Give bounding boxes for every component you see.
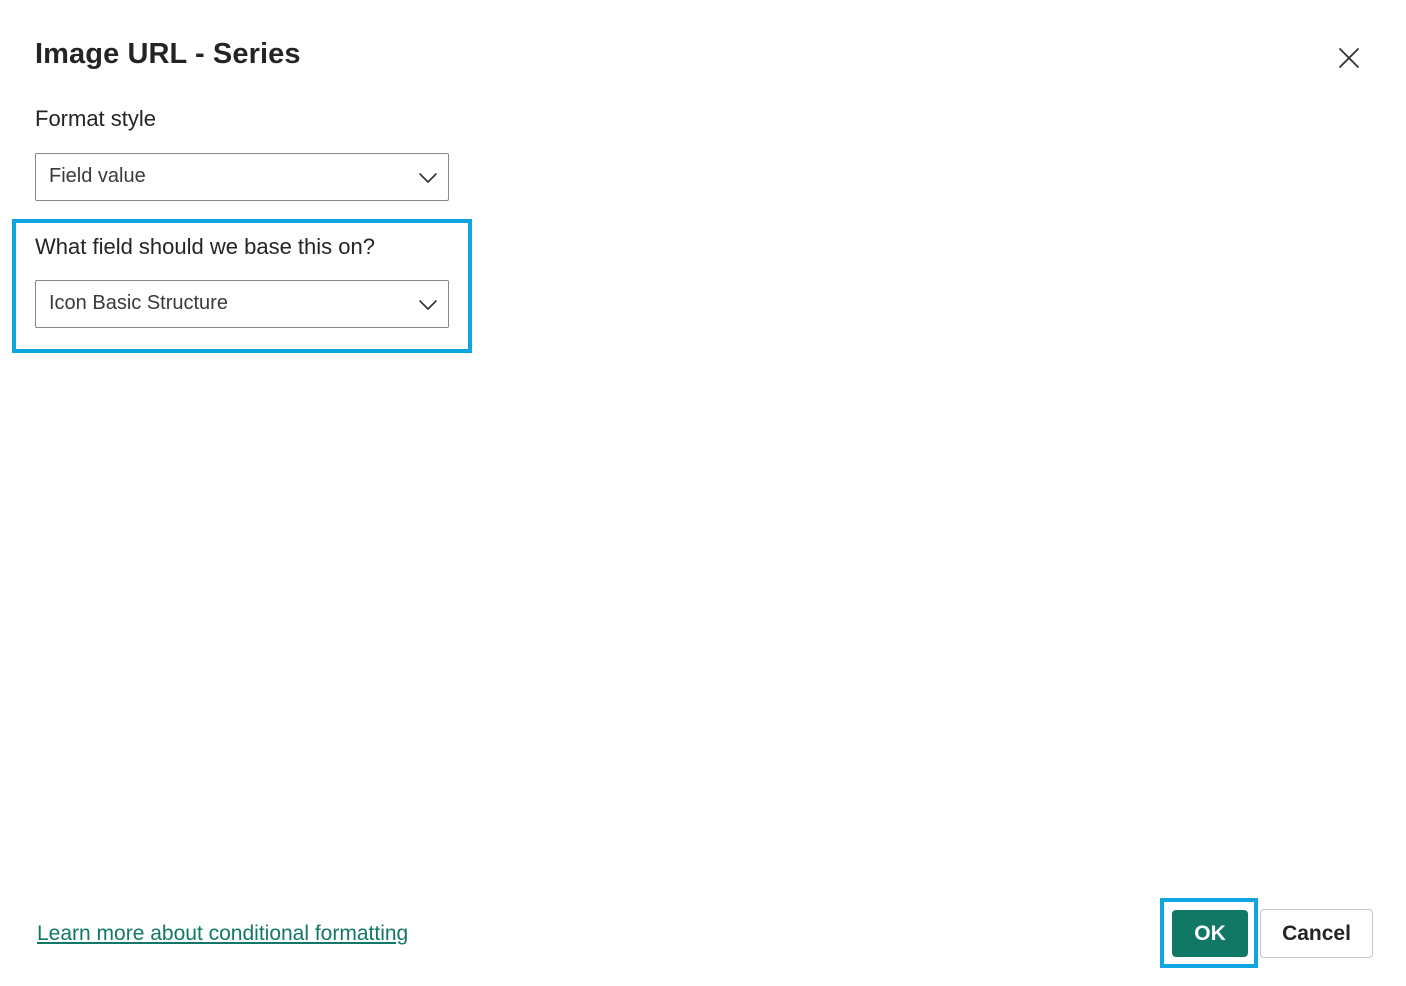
close-icon bbox=[1339, 48, 1359, 68]
conditional-formatting-dialog: Image URL - Series Format style Field va… bbox=[0, 0, 1406, 986]
cancel-button[interactable]: Cancel bbox=[1260, 909, 1373, 958]
learn-more-link[interactable]: Learn more about conditional formatting bbox=[37, 922, 408, 946]
ok-button[interactable]: OK bbox=[1172, 910, 1248, 957]
base-field-value: Icon Basic Structure bbox=[49, 292, 228, 314]
chevron-down-icon bbox=[419, 173, 437, 183]
base-field-label: What field should we base this on? bbox=[35, 234, 375, 259]
format-style-value: Field value bbox=[49, 165, 146, 187]
close-button[interactable] bbox=[1333, 42, 1365, 74]
base-field-dropdown[interactable]: Icon Basic Structure bbox=[35, 280, 449, 328]
format-style-dropdown[interactable]: Field value bbox=[35, 153, 449, 201]
chevron-down-icon bbox=[419, 300, 437, 310]
format-style-label: Format style bbox=[35, 106, 157, 131]
dialog-title: Image URL - Series bbox=[35, 38, 301, 70]
